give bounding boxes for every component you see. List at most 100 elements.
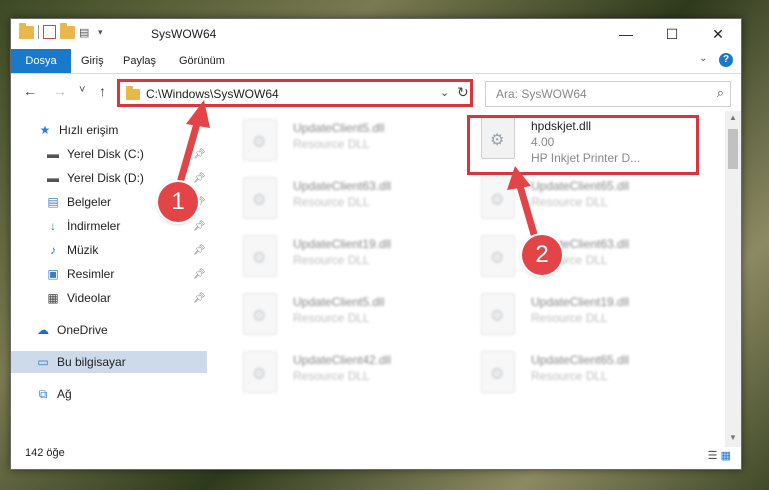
file-item[interactable]: UpdateClient65.dll Resource DLL	[471, 173, 691, 229]
dll-file-icon	[481, 177, 515, 219]
file-type: Resource DLL	[293, 311, 370, 325]
ribbon-tabs: Dosya Giriş Paylaş Görünüm ⌄ ?	[11, 49, 741, 74]
back-button[interactable]: ←	[23, 83, 37, 99]
sidebar-item-label: Yerel Disk (C:)	[67, 147, 144, 161]
sidebar-item-onedrive[interactable]: ☁ OneDrive	[11, 319, 207, 341]
file-type: Resource DLL	[293, 137, 370, 151]
file-item[interactable]: UpdateClient19.dll Resource DLL	[471, 289, 691, 345]
drive-icon: ▬	[47, 171, 59, 185]
minimize-button[interactable]: —	[603, 19, 649, 49]
up-button[interactable]: ↑	[99, 83, 106, 99]
sidebar-item-label: OneDrive	[57, 323, 108, 337]
file-item[interactable]: UpdateClient63.dll Resource DLL	[233, 173, 453, 229]
sidebar-item-videos[interactable]: ▦ Videolar 📌︎	[11, 287, 207, 309]
network-icon: ⧉	[38, 387, 48, 401]
file-item[interactable]: UpdateClient65.dll Resource DLL	[471, 347, 691, 403]
sidebar-item-label: Yerel Disk (D:)	[67, 171, 144, 185]
window-title: SysWOW64	[151, 27, 217, 41]
file-type: Resource DLL	[293, 369, 370, 383]
expand-ribbon-icon[interactable]: ⌄	[699, 53, 707, 64]
file-name: UpdateClient65.dll	[531, 179, 630, 193]
tab-view[interactable]: Görünüm	[179, 49, 225, 73]
video-icon: ▦	[47, 291, 59, 305]
sidebar-item-label: Ağ	[57, 387, 72, 401]
download-icon: ↓	[50, 219, 56, 233]
step-badge-1: 1	[158, 182, 198, 222]
sidebar-item-music[interactable]: ♪ Müzik 📌︎	[11, 239, 207, 261]
tab-home[interactable]: Giriş	[81, 49, 104, 73]
window-controls: — ☐ ✕	[603, 19, 741, 49]
pin-icon[interactable]: 📌︎	[193, 293, 206, 304]
navigation-pane: ★ Hızlı erişim ▬ Yerel Disk (C:) 📌︎ ▬ Ye…	[11, 111, 207, 451]
tiles-view-icon[interactable]: ▦	[721, 450, 731, 462]
dll-file-icon	[243, 351, 277, 393]
file-type: Resource DLL	[293, 195, 370, 209]
file-type: Resource DLL	[293, 253, 370, 267]
customize-toolbar-icon[interactable]: ▾	[98, 27, 103, 38]
dll-file-icon	[243, 235, 277, 277]
search-placeholder: Ara: SysWOW64	[496, 87, 587, 101]
music-icon: ♪	[50, 243, 56, 257]
tab-share[interactable]: Paylaş	[123, 49, 156, 73]
pin-icon[interactable]: 📌︎	[193, 245, 206, 256]
sidebar-item-label: Resimler	[67, 267, 115, 281]
file-name: UpdateClient42.dll	[293, 353, 392, 367]
file-name: UpdateClient19.dll	[293, 237, 392, 251]
details-view-icon[interactable]: ☰	[708, 450, 718, 462]
search-icon: ⌕	[716, 85, 724, 100]
file-item[interactable]: UpdateClient19.dll Resource DLL	[233, 231, 453, 287]
sidebar-item-label: İndirmeler	[67, 219, 121, 233]
forward-button[interactable]: →	[53, 83, 67, 99]
title-bar: ▤ ▾ SysWOW64 — ☐ ✕	[11, 19, 741, 49]
pin-icon[interactable]: 📌︎	[193, 149, 206, 160]
sidebar-item-label: Videolar	[67, 291, 111, 305]
pin-icon[interactable]: 📌︎	[193, 221, 206, 232]
file-name: UpdateClient65.dll	[531, 353, 630, 367]
file-name: UpdateClient19.dll	[531, 295, 630, 309]
address-highlight-box	[117, 79, 473, 107]
pin-icon[interactable]: 📌︎	[193, 173, 206, 184]
scroll-down-icon[interactable]: ▼	[729, 433, 737, 442]
sidebar-item-label: Müzik	[67, 243, 99, 257]
sidebar-item-this-pc[interactable]: ▭ Bu bilgisayar	[11, 351, 207, 373]
help-icon[interactable]: ?	[719, 53, 733, 67]
file-type: Resource DLL	[531, 369, 608, 383]
sidebar-item-label: Bu bilgisayar	[57, 355, 126, 369]
file-item[interactable]: UpdateClient42.dll Resource DLL	[233, 347, 453, 403]
scrollbar-thumb[interactable]	[728, 129, 738, 169]
star-icon: ★	[39, 123, 51, 137]
vertical-scrollbar[interactable]: ▲ ▼	[725, 111, 741, 447]
file-type: Resource DLL	[531, 195, 608, 209]
view-toggle: ☰ ▦	[708, 449, 731, 462]
recent-locations-button[interactable]: ˅	[79, 84, 85, 96]
maximize-button[interactable]: ☐	[649, 19, 695, 49]
scroll-up-icon[interactable]: ▲	[729, 113, 737, 122]
file-item[interactable]: UpdateClient5.dll Resource DLL	[233, 115, 453, 171]
pin-icon[interactable]: 📌︎	[193, 269, 206, 280]
sidebar-item-network[interactable]: ⧉ Ağ	[11, 383, 207, 405]
search-input[interactable]: Ara: SysWOW64 ⌕	[485, 81, 731, 107]
dll-file-icon	[243, 119, 277, 161]
dll-file-icon	[243, 293, 277, 335]
close-button[interactable]: ✕	[695, 19, 741, 49]
file-name: UpdateClient63.dll	[293, 179, 392, 193]
documents-icon: ▤	[47, 195, 59, 209]
quick-access-toolbar: ▤ ▾	[19, 22, 103, 39]
view-icon[interactable]: ▤	[79, 26, 94, 39]
explorer-window: ▤ ▾ SysWOW64 — ☐ ✕ Dosya Giriş Paylaş Gö…	[10, 18, 742, 470]
file-item[interactable]: UpdateClient63.dll Resource DLL	[471, 231, 691, 287]
dll-file-icon	[481, 351, 515, 393]
new-folder-icon[interactable]	[60, 22, 75, 39]
cloud-icon: ☁	[37, 323, 49, 337]
properties-icon[interactable]	[43, 25, 56, 39]
file-type: Resource DLL	[531, 311, 608, 325]
file-item[interactable]: UpdateClient5.dll Resource DLL	[233, 289, 453, 345]
file-name: UpdateClient5.dll	[293, 295, 385, 309]
dll-file-icon	[481, 235, 515, 277]
sidebar-item-pictures[interactable]: ▣ Resimler 📌︎	[11, 263, 207, 285]
computer-icon: ▭	[37, 355, 49, 369]
sidebar-item-disk-c[interactable]: ▬ Yerel Disk (C:) 📌︎	[11, 143, 207, 165]
sidebar-item-label: Belgeler	[67, 195, 112, 209]
tab-file[interactable]: Dosya	[11, 49, 71, 73]
sidebar-item-quick-access[interactable]: ★ Hızlı erişim	[11, 119, 207, 141]
